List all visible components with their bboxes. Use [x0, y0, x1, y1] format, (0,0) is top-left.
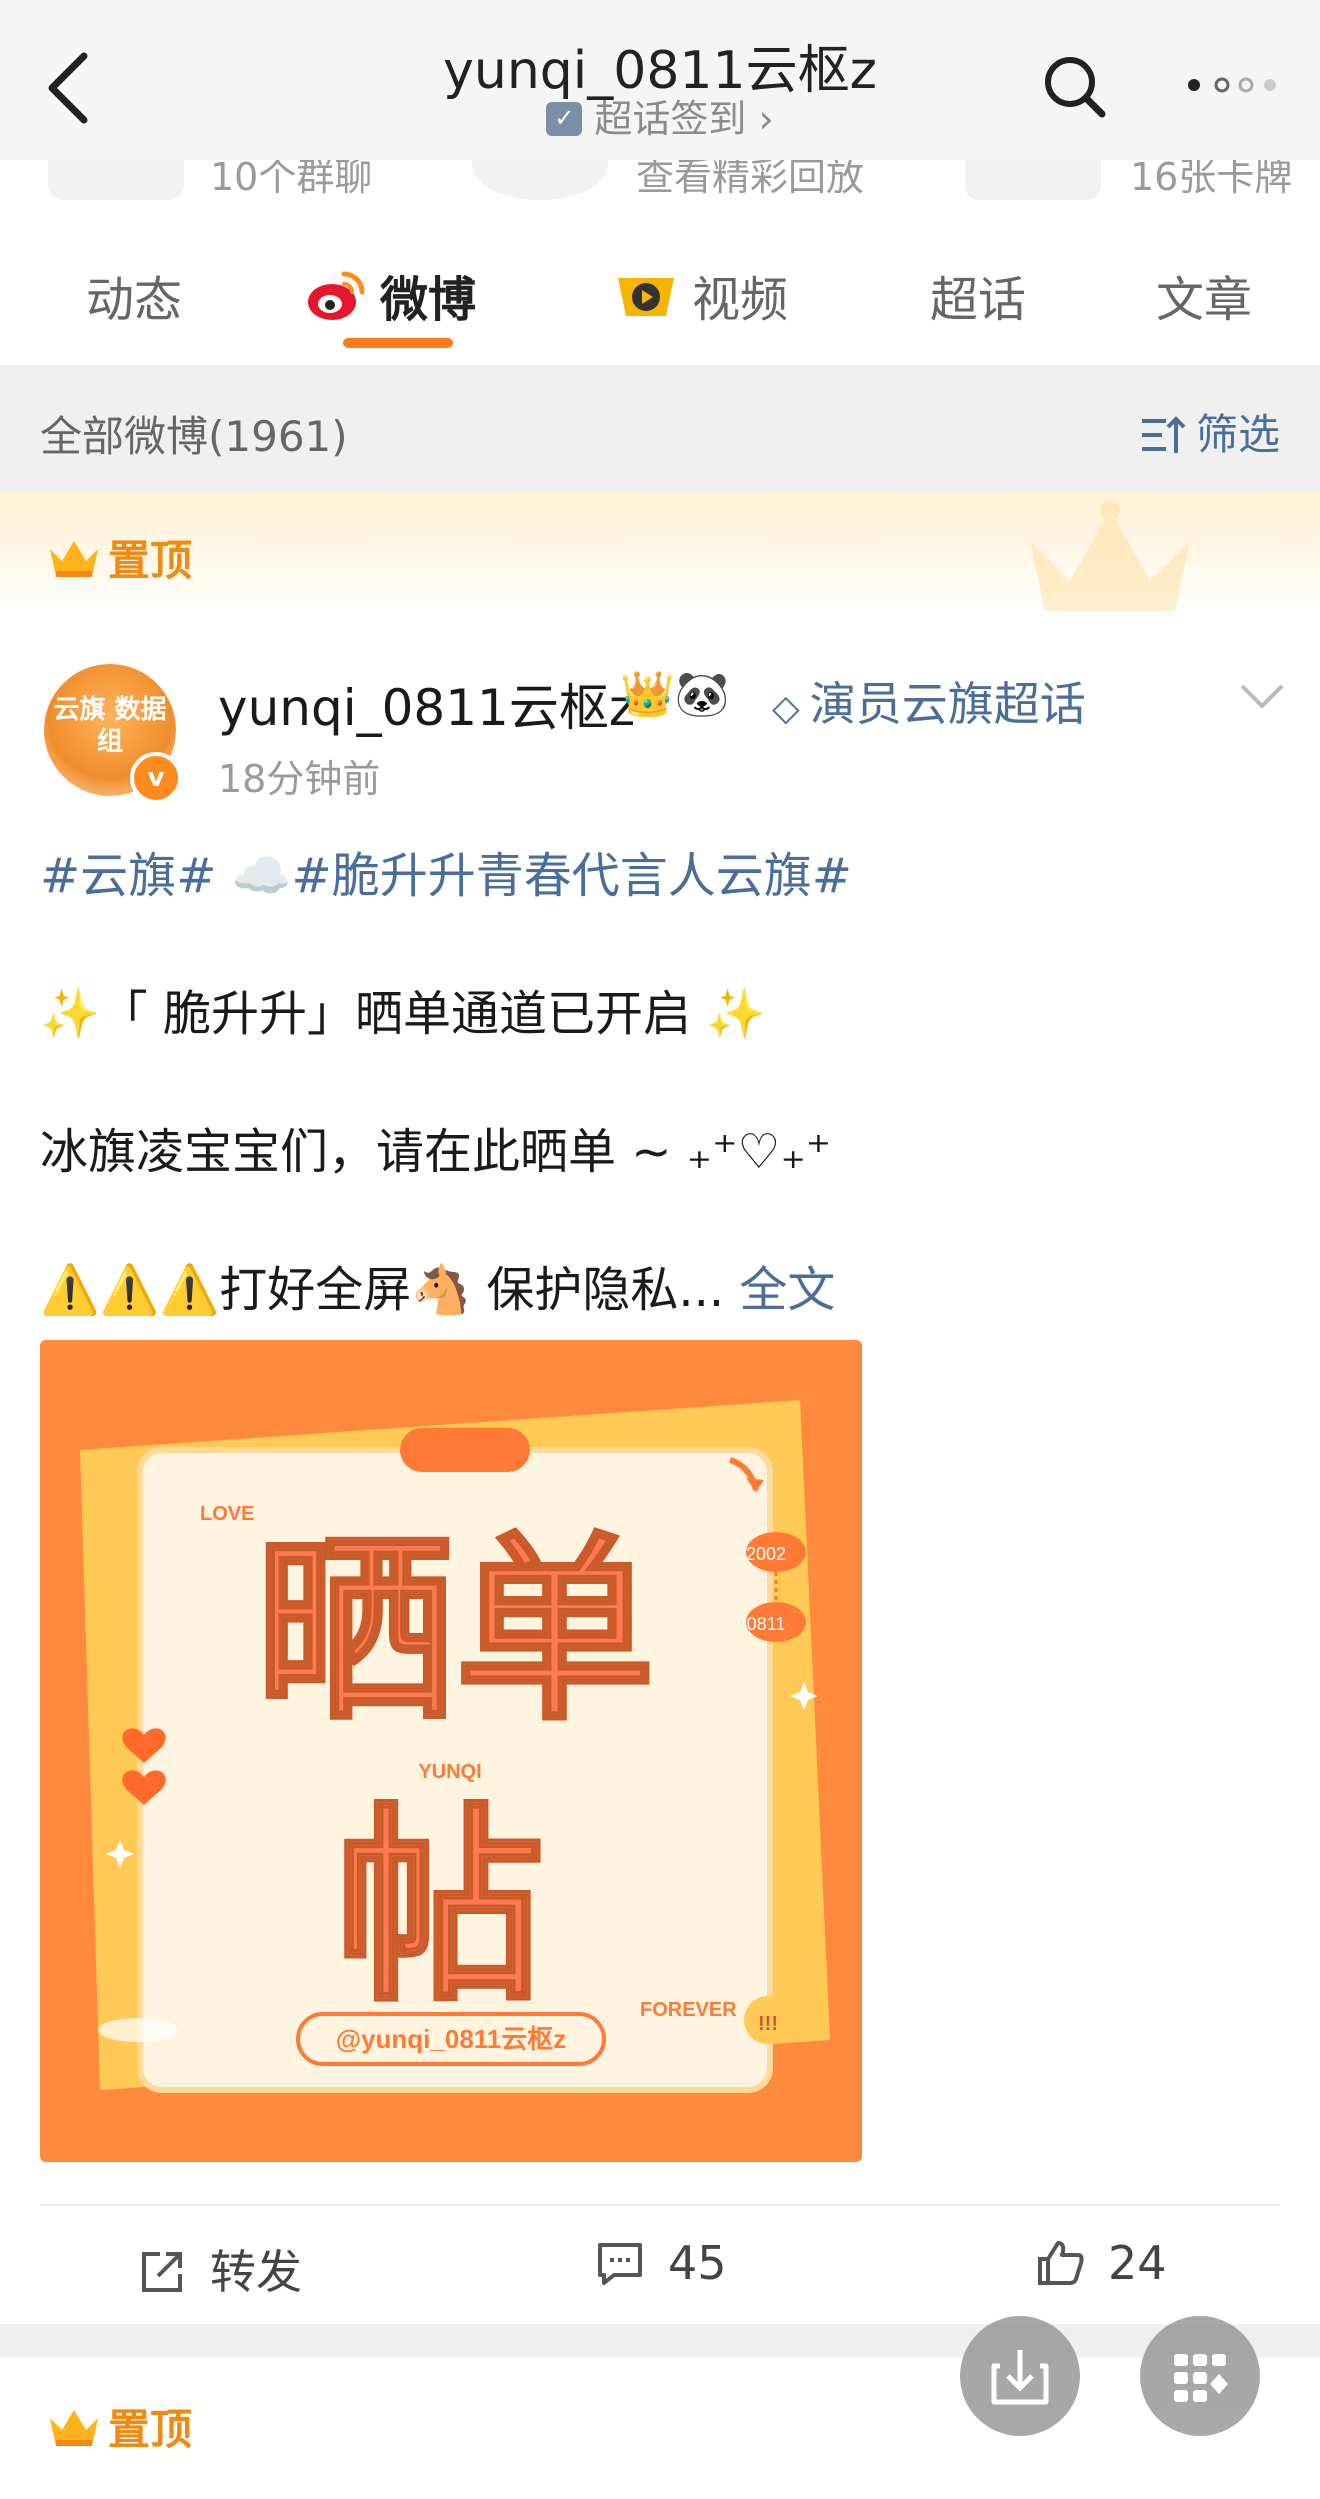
search-icon[interactable] [1040, 52, 1110, 122]
poster-handle: @yunqi_0811云枢z [336, 2024, 567, 2054]
comment-count: 45 [668, 2236, 727, 2290]
comment-icon [598, 2243, 642, 2285]
crown-icon [50, 2410, 98, 2446]
post-line-truncated: ⚠️⚠️⚠️打好全屏🐴 保护隐私... 全文 [40, 1250, 835, 1320]
group-chat-label: 10个群聊 [210, 160, 373, 199]
post-hashtags: #云旗# ☁️#脆升升青春代言人云旗# [40, 836, 852, 906]
repost-label: 转发 [210, 2245, 302, 2299]
post-image[interactable]: 2002 0811 LOVE 晒单 YUNQI 帖 FOREVER @yunqi… [40, 1340, 862, 2162]
filter-button[interactable]: 筛选 [1140, 401, 1280, 462]
pinned-text: 置顶 [108, 536, 193, 585]
repost-button[interactable]: 转发 [136, 2236, 302, 2302]
pinned-label-2: 置顶 [48, 2396, 192, 2457]
hashtag-link[interactable]: #云旗# [40, 848, 216, 904]
feed-separator [0, 2324, 1320, 2358]
filter-sort-icon [1141, 416, 1186, 453]
post-line: ✨「 脆升升」晒单通道已开启 ✨ [40, 986, 767, 1042]
like-button[interactable]: 24 [1034, 2236, 1167, 2290]
tab-weibo-label: 微博 [380, 272, 477, 328]
apps-grid-fab[interactable] [1140, 2316, 1260, 2436]
poster-forever-text: FOREVER [640, 1999, 737, 2021]
tab-bar: 动态 微博 视频 超话 文章 [0, 220, 1320, 360]
download-fab[interactable] [960, 2316, 1080, 2436]
poster-tag-2002: 2002 [746, 1544, 786, 1564]
weibo-logo-icon [308, 271, 365, 320]
post-line: 冰旗凌宝宝们，请在此晒单 ~ ₊⁺♡₊⁺ [40, 1124, 832, 1180]
poster-tag-0811: 0811 [747, 1614, 786, 1634]
tab-video[interactable]: 视频 [614, 260, 788, 330]
comment-button[interactable]: 45 [594, 2236, 727, 2290]
calendar-check-icon [546, 102, 583, 136]
supertopic-link[interactable]: ◇ 演员云旗超话 [772, 668, 1086, 734]
action-divider [40, 2204, 1280, 2206]
supertopic-checkin-link[interactable]: 超话签到 › [0, 88, 1320, 143]
avatar-text: 云旗 数据组 [53, 695, 167, 757]
group-chat-thumb[interactable] [48, 160, 184, 200]
replay-label: 查看精彩回放 [636, 160, 865, 199]
video-play-icon [618, 278, 674, 316]
crown-icon [50, 541, 98, 577]
tab-supertopic[interactable]: 超话 [930, 260, 1026, 330]
tab-articles[interactable]: 文章 [1156, 260, 1252, 330]
poster-yunqi-text: YUNQI [418, 1761, 481, 1783]
post-author-name[interactable]: yunqi_0811云枢z [218, 668, 635, 740]
post-count-label: 全部微博(1961) [40, 412, 348, 461]
user-badges: 👑🐼 [620, 669, 730, 720]
poster-main-title: 晒单 [255, 1515, 655, 1748]
post-line-text: ⚠️⚠️⚠️打好全屏🐴 保护隐私... [40, 1262, 725, 1318]
tab-video-label: 视频 [692, 272, 789, 328]
more-options-icon[interactable] [1180, 70, 1280, 100]
poster-sub-title: 帖 [335, 1785, 545, 2030]
active-tab-indicator [343, 338, 453, 348]
checkin-label: 超话签到 › [594, 97, 774, 141]
hashtag-link[interactable]: #脆升升青春代言人云旗# [291, 848, 851, 904]
poster-exclaim: !!! [758, 2013, 778, 2035]
share-icon [142, 2252, 182, 2292]
supertopic-label: 演员云旗超话 [809, 677, 1086, 731]
diamond-icon: ◇ [772, 688, 800, 729]
tab-weibo[interactable]: 微博 [306, 260, 476, 330]
cards-thumb[interactable] [965, 160, 1101, 200]
poster-love-text: LOVE [200, 1503, 254, 1525]
poster-graphic: 2002 0811 LOVE 晒单 YUNQI 帖 FOREVER @yunqi… [40, 1340, 862, 2162]
thumbs-up-icon [1038, 2241, 1084, 2285]
profile-shortcut-strip: 10个群聊 查看精彩回放 16张卡牌 [0, 160, 1320, 204]
grid-icon [1174, 2354, 1228, 2402]
pinned-label: 置顶 [48, 527, 192, 588]
post-timestamp: 18分钟前 [218, 757, 381, 801]
pinned-banner: 置顶 [0, 491, 1320, 611]
like-count: 24 [1108, 2236, 1167, 2290]
download-icon [991, 2350, 1049, 2405]
cards-label: 16张卡牌 [1130, 160, 1293, 199]
filter-label: 筛选 [1195, 410, 1280, 459]
verified-badge-icon: v [130, 752, 182, 804]
chevron-down-icon[interactable] [1236, 676, 1288, 716]
pinned-text: 置顶 [108, 2405, 193, 2454]
read-full-text-link[interactable]: 全文 [739, 1262, 835, 1318]
replay-thumb[interactable] [472, 160, 608, 200]
tab-dynamics[interactable]: 动态 [86, 260, 182, 330]
crown-decoration-icon [1030, 501, 1190, 611]
filter-bar: 全部微博(1961) 筛选 [0, 365, 1320, 491]
cloud-emoji: ☁️ [231, 848, 292, 904]
